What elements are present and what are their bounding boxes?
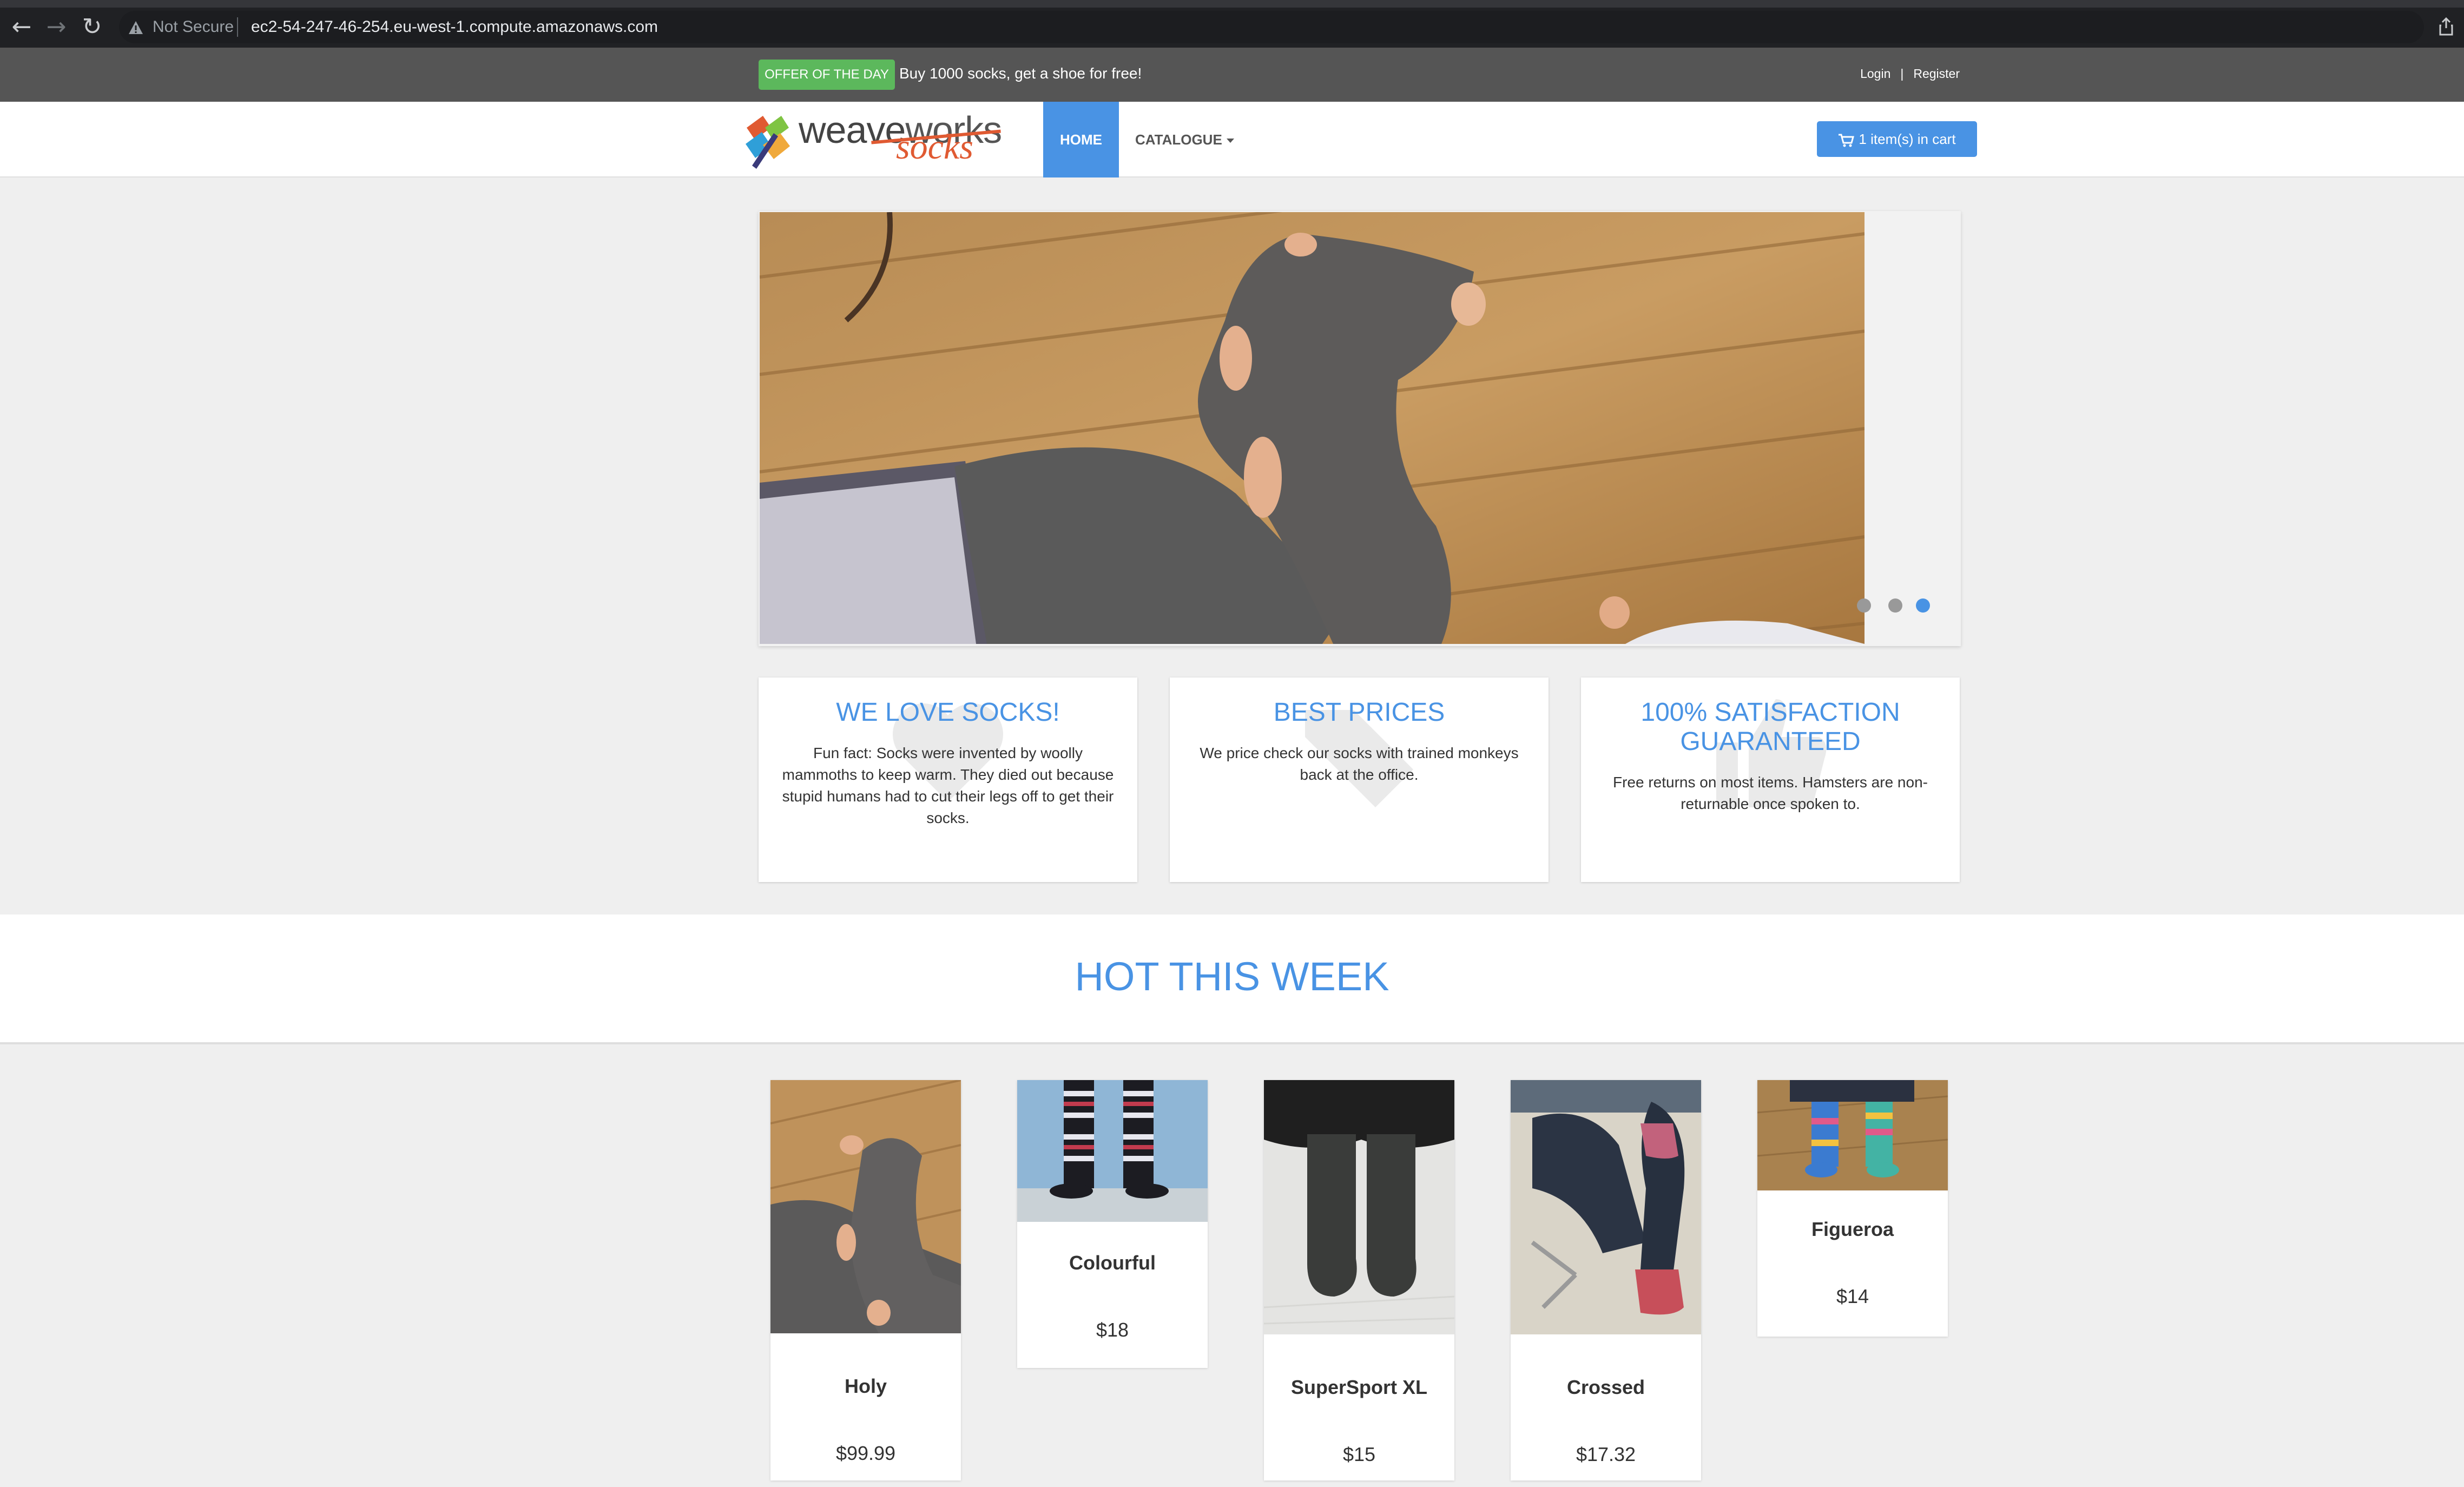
product-name[interactable]: Colourful: [1017, 1251, 1208, 1275]
product-name[interactable]: Figueroa: [1757, 1218, 1948, 1241]
product-name[interactable]: SuperSport XL: [1264, 1376, 1454, 1399]
warning-icon[interactable]: [128, 19, 144, 36]
product-card[interactable]: Figueroa $14: [1757, 1080, 1948, 1337]
feature-title: BEST PRICES: [1273, 698, 1445, 727]
register-link[interactable]: Register: [1913, 63, 1960, 84]
product-price: $18: [1096, 1319, 1129, 1341]
offer-text: Buy 1000 socks, get a shoe for free!: [899, 65, 1142, 82]
account-links: Login | Register: [1860, 63, 1960, 84]
cart-icon: [1839, 134, 1855, 147]
product-price: $14: [1836, 1285, 1869, 1307]
login-link[interactable]: Login: [1860, 63, 1890, 84]
carousel-dot-3[interactable]: [1916, 598, 1930, 613]
feature-text: Free returns on most items. Hamsters are…: [1613, 774, 1928, 812]
cart-label: 1 item(s) in cart: [1859, 131, 1956, 147]
browser-tab-strip: [0, 0, 2464, 8]
feature-title: WE LOVE SOCKS!: [836, 698, 1060, 727]
link-separator: |: [1900, 67, 1904, 81]
product-card[interactable]: SuperSport XL $15: [1264, 1080, 1454, 1481]
back-icon[interactable]: ←: [9, 14, 35, 40]
offer-badge[interactable]: OFFER OF THE DAY: [759, 60, 895, 90]
nav-catalogue-label: CATALOGUE: [1135, 131, 1222, 148]
offer-bar: [0, 48, 2464, 102]
product-image[interactable]: [1264, 1080, 1454, 1334]
caret-down-icon: [1226, 139, 1234, 143]
feature-box-prices: BEST PRICES We price check our socks wit…: [1170, 677, 1549, 882]
feature-box-satisfaction: 100% SATISFACTION GUARANTEED Free return…: [1581, 677, 1960, 882]
nav-catalogue[interactable]: CATALOGUE: [1135, 102, 1234, 177]
product-image[interactable]: [770, 1080, 961, 1333]
url-divider: [237, 17, 238, 37]
feature-text: Fun fact: Socks were invented by woolly …: [782, 745, 1114, 826]
product-image[interactable]: [1511, 1080, 1701, 1334]
product-image[interactable]: [1017, 1080, 1208, 1222]
carousel-dot-2[interactable]: [1888, 598, 1902, 613]
product-card[interactable]: Crossed $17.32: [1511, 1080, 1701, 1481]
feature-box-socks: WE LOVE SOCKS! Fun fact: Socks were inve…: [759, 677, 1137, 882]
hot-section-title: HOT THIS WEEK: [1075, 954, 1389, 999]
product-price: $15: [1342, 1443, 1376, 1465]
nav-home[interactable]: HOME: [1043, 102, 1119, 177]
product-price: $99.99: [835, 1442, 896, 1464]
carousel-slide-image[interactable]: [760, 212, 1865, 644]
url-text[interactable]: ec2-54-247-46-254.eu-west-1.compute.amaz…: [251, 16, 658, 38]
logo-word-weave: weave: [799, 109, 906, 151]
cart-button[interactable]: 1 item(s) in cart: [1817, 121, 1977, 157]
logo-socks[interactable]: socks: [896, 127, 973, 168]
reload-icon[interactable]: ↻: [79, 14, 105, 40]
feature-title: 100% SATISFACTION GUARANTEED: [1641, 698, 1900, 756]
product-image[interactable]: [1757, 1080, 1948, 1190]
carousel-dot-1[interactable]: [1857, 598, 1871, 613]
product-card[interactable]: Holy $99.99: [770, 1080, 961, 1481]
product-card[interactable]: Colourful $18: [1017, 1080, 1208, 1368]
security-label[interactable]: Not Secure: [153, 16, 234, 38]
forward-icon[interactable]: →: [43, 14, 69, 40]
feature-text: We price check our socks with trained mo…: [1200, 745, 1519, 783]
share-icon[interactable]: [2438, 17, 2454, 36]
product-name[interactable]: Crossed: [1511, 1376, 1701, 1399]
product-name[interactable]: Holy: [770, 1374, 961, 1398]
product-price: $17.32: [1576, 1443, 1636, 1465]
